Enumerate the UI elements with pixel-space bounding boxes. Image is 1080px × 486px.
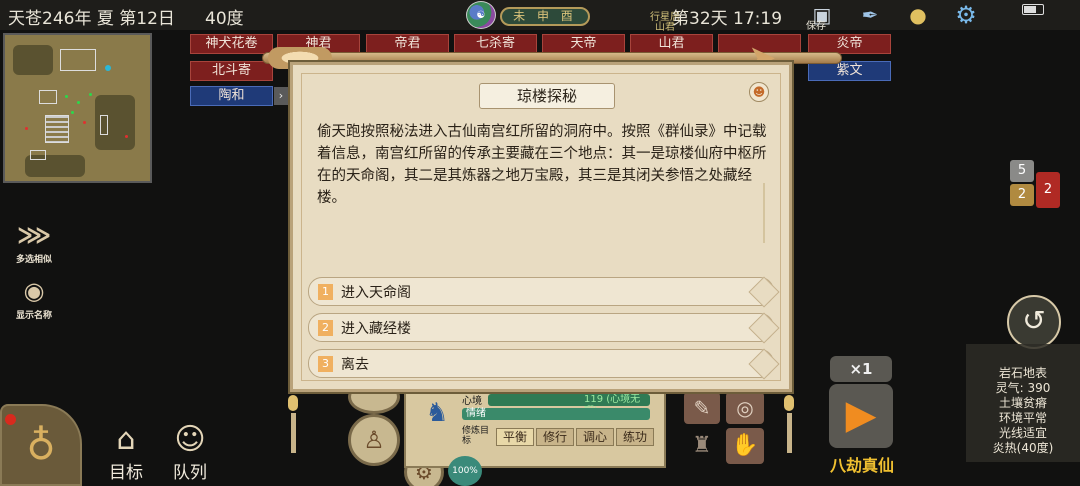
target-tab[interactable]: ⌂ 目标 (96, 422, 156, 483)
target-icon: ⌂ (116, 422, 136, 457)
multi-select-label: 多选相似 (15, 255, 52, 265)
deity-button[interactable]: 陶和 (190, 86, 273, 106)
deity-button[interactable]: 北斗寄 (190, 61, 273, 81)
minimap-terrain (13, 45, 53, 75)
info-line: 灵气: 390 (995, 381, 1051, 395)
show-names-tool[interactable]: ◉ 显示名称 (8, 276, 60, 321)
game-screen: 天苍246年 夏 第12日 40度 ☯ 未 申 酉 行星居 山君 第32天 17… (0, 0, 1080, 486)
meditate-button[interactable]: ♙ (348, 414, 400, 466)
minimap[interactable] (3, 33, 152, 183)
option-number: 2 (318, 320, 333, 336)
day-time: 第32天 17:19 (672, 9, 783, 29)
expand-arrow-icon[interactable]: › (274, 87, 288, 105)
mode-button-practice[interactable]: 修行 (536, 428, 574, 446)
figure-icon[interactable]: ♜ (684, 428, 720, 464)
target-label: 目标 (109, 463, 143, 483)
minimap-building (30, 150, 46, 160)
top-status-bar: 天苍246年 夏 第12日 40度 ☯ 未 申 酉 行星居 山君 第32天 17… (0, 0, 1080, 33)
feather-icon[interactable]: ✒ (856, 2, 884, 28)
option-number: 1 (318, 284, 333, 300)
info-line: 土壤贫瘠 (998, 396, 1047, 410)
minimap-marker (77, 101, 80, 104)
battery-icon (1022, 4, 1044, 15)
squad-label: 队列 (173, 463, 207, 483)
info-line: 光线适宜 (998, 426, 1047, 440)
target-zone-icon[interactable]: ◎ (726, 392, 764, 424)
back-arrow-icon[interactable]: ↺ (1007, 295, 1061, 349)
hand-icon[interactable]: ✋ (726, 428, 764, 464)
minimap-building (100, 115, 108, 135)
stack-count-top: 5 (1010, 160, 1034, 182)
mode-button-heart[interactable]: 调心 (576, 428, 614, 446)
dialog-scrollbar[interactable] (763, 183, 765, 243)
play-icon[interactable]: ▶ (829, 384, 893, 448)
tool-icon[interactable]: ✎ (684, 392, 720, 424)
minimap-marker (105, 65, 111, 71)
minimap-building (39, 90, 57, 104)
mode-button-balance[interactable]: 平衡 (496, 428, 534, 446)
deity-button[interactable]: 帝君 (366, 34, 449, 54)
game-date: 天苍246年 夏 第12日 (8, 9, 175, 29)
minimap-marker (89, 93, 92, 96)
ganzhi-badge: 未 申 酉 (500, 7, 590, 26)
dialog-body-text: 偷天跑按照秘法进入古仙南宫红所留的洞府中。按照《群仙录》中记载着信息，南宫红所留… (317, 124, 767, 206)
squad-tab[interactable]: ☺ 队列 (160, 422, 220, 483)
multi-select-icon: ⋙ (17, 221, 52, 249)
tile-info-panel: 岩石地表 灵气: 390 土壤贫瘠 环境平常 光线适宜 炎热(40度) (966, 344, 1080, 462)
multi-select-tool[interactable]: ⋙ 多选相似 (8, 220, 60, 265)
minimap-marker (65, 95, 68, 98)
option-enter-tianming[interactable]: 1 进入天命阁 (308, 276, 780, 308)
realm-label: 八劫真仙 (829, 456, 894, 475)
minimap-marker (25, 127, 28, 130)
palette-icon[interactable]: ● (904, 2, 932, 28)
qingxu-label: 情绪 (466, 408, 486, 419)
option-leave[interactable]: 3 离去 (308, 348, 780, 380)
temperature: 40度 (205, 9, 244, 29)
info-line: 环境平常 (998, 411, 1047, 425)
stack-count-left: 2 (1010, 184, 1034, 206)
deity-button[interactable]: 山君 (630, 34, 713, 54)
mode-button-skill[interactable]: 练功 (616, 428, 654, 446)
person-icon[interactable]: ☻ (749, 82, 769, 102)
percent-badge: 100% (448, 456, 482, 486)
squad-icon: ☺ (174, 422, 206, 457)
cultivator-avatar: ♞ (425, 398, 449, 428)
option-label: 离去 (341, 357, 369, 373)
deity-button[interactable]: 神犬花卷 (190, 34, 273, 54)
save-label[interactable]: 保存 (806, 17, 826, 32)
tassel-left (286, 395, 300, 457)
dialog-title: 琼楼探秘 (479, 83, 615, 109)
show-names-label: 显示名称 (15, 311, 52, 321)
minimap-marker (71, 111, 74, 114)
xinjing-label: 心境 (462, 396, 482, 407)
event-stack[interactable]: 5 2 2 (1010, 160, 1062, 210)
stack-count-right: 2 (1036, 172, 1060, 208)
minimap-marker (125, 135, 128, 138)
info-line: 炎热(40度) (992, 441, 1054, 455)
deity-button[interactable]: 七杀寄 (454, 34, 537, 54)
xinjing-bar: 119 (心境无暇) (488, 394, 650, 417)
info-line: 岩石地表 (998, 366, 1047, 380)
notification-dot (5, 414, 16, 425)
minimap-building (60, 49, 96, 71)
modes-label: 修炼目标 (462, 426, 490, 446)
option-number: 3 (318, 356, 333, 372)
gear-icon[interactable]: ⚙ (952, 1, 980, 29)
event-dialog: 琼楼探秘 ☻ 偷天跑按照秘法进入古仙南宫红所留的洞府中。按照《群仙录》中记载着信… (290, 62, 792, 392)
option-enter-cangjing[interactable]: 2 进入藏经楼 (308, 312, 780, 344)
option-label: 进入天命阁 (341, 285, 411, 301)
yin-yang-icon[interactable]: ☯ (466, 1, 496, 29)
speed-badge[interactable]: ×1 (830, 356, 892, 382)
qingxu-bar: 情绪 (462, 408, 650, 420)
minimap-marker (83, 121, 86, 124)
tassel-right (782, 395, 796, 457)
eye-icon: ◉ (23, 277, 45, 305)
minimap-building (45, 115, 69, 143)
option-label: 进入藏经楼 (341, 321, 411, 337)
deity-button[interactable]: 天帝 (542, 34, 625, 54)
